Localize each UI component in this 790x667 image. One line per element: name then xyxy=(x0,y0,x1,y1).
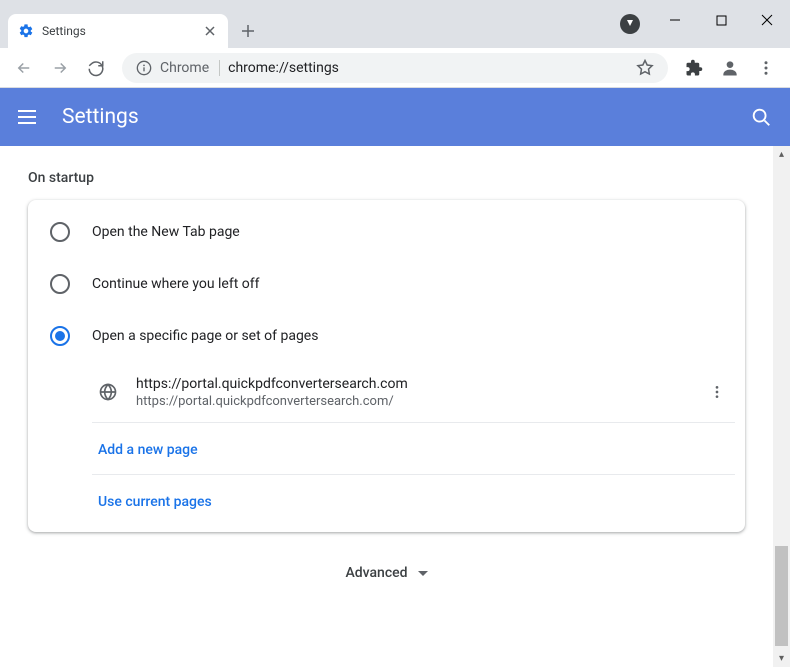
minimize-button[interactable] xyxy=(652,0,698,40)
close-window-button[interactable] xyxy=(744,0,790,40)
advanced-section: Advanced xyxy=(28,532,745,591)
tab-title: Settings xyxy=(42,24,194,38)
radio-icon xyxy=(50,274,70,294)
omnibox-url: chrome://settings xyxy=(228,60,339,76)
new-tab-button[interactable] xyxy=(234,17,262,45)
radio-option-specific-pages[interactable]: Open a specific page or set of pages xyxy=(28,310,745,362)
radio-icon xyxy=(50,326,70,346)
startup-page-title: https://portal.quickpdfconvertersearch.c… xyxy=(136,376,699,392)
forward-button[interactable] xyxy=(44,52,76,84)
search-icon[interactable] xyxy=(750,106,772,128)
radio-label: Open a specific page or set of pages xyxy=(92,328,318,344)
hamburger-menu-icon[interactable] xyxy=(18,105,42,129)
radio-option-continue[interactable]: Continue where you left off xyxy=(28,258,745,310)
settings-gear-icon xyxy=(18,23,34,39)
address-bar[interactable]: Chrome chrome://settings xyxy=(122,53,668,83)
startup-page-url: https://portal.quickpdfconvertersearch.c… xyxy=(136,394,699,409)
vertical-scrollbar[interactable]: ▴ ▾ xyxy=(773,146,790,667)
browser-tab[interactable]: Settings xyxy=(8,14,228,48)
chevron-down-icon xyxy=(418,571,428,576)
window-controls xyxy=(652,0,790,40)
profile-avatar-icon[interactable] xyxy=(714,52,746,84)
radio-label: Open the New Tab page xyxy=(92,224,240,240)
maximize-button[interactable] xyxy=(698,0,744,40)
page-title: Settings xyxy=(62,105,139,129)
reload-button[interactable] xyxy=(80,52,112,84)
extensions-icon[interactable] xyxy=(678,52,710,84)
add-new-page-row[interactable]: Add a new page xyxy=(92,423,735,475)
settings-content: On startup Open the New Tab page Continu… xyxy=(0,146,773,667)
chrome-menu-icon[interactable] xyxy=(750,52,782,84)
scroll-up-arrow-icon[interactable]: ▴ xyxy=(773,146,790,163)
startup-page-row: https://portal.quickpdfconvertersearch.c… xyxy=(92,362,735,423)
back-button[interactable] xyxy=(8,52,40,84)
radio-option-new-tab[interactable]: Open the New Tab page xyxy=(28,206,745,258)
use-current-pages-row[interactable]: Use current pages xyxy=(92,475,735,526)
window-titlebar: Settings xyxy=(0,0,790,48)
advanced-label: Advanced xyxy=(345,565,407,581)
radio-label: Continue where you left off xyxy=(92,276,260,292)
close-icon[interactable] xyxy=(202,23,218,39)
add-new-page-link[interactable]: Add a new page xyxy=(98,442,198,458)
scroll-down-arrow-icon[interactable]: ▾ xyxy=(773,650,790,667)
startup-pages-list: https://portal.quickpdfconvertersearch.c… xyxy=(92,362,735,526)
profile-badge-icon[interactable] xyxy=(620,14,640,34)
settings-header: Settings xyxy=(0,88,790,146)
use-current-pages-link[interactable]: Use current pages xyxy=(98,494,212,510)
browser-toolbar: Chrome chrome://settings xyxy=(0,48,790,88)
site-info-icon[interactable] xyxy=(136,60,152,76)
bookmark-star-icon[interactable] xyxy=(636,59,654,77)
omnibox-origin: Chrome xyxy=(160,60,220,76)
startup-card: Open the New Tab page Continue where you… xyxy=(28,200,745,532)
section-title: On startup xyxy=(28,170,745,186)
radio-icon xyxy=(50,222,70,242)
globe-icon xyxy=(98,382,118,402)
advanced-toggle-button[interactable]: Advanced xyxy=(345,565,427,581)
page-actions-menu-icon[interactable] xyxy=(699,374,735,410)
scroll-thumb[interactable] xyxy=(775,546,788,646)
